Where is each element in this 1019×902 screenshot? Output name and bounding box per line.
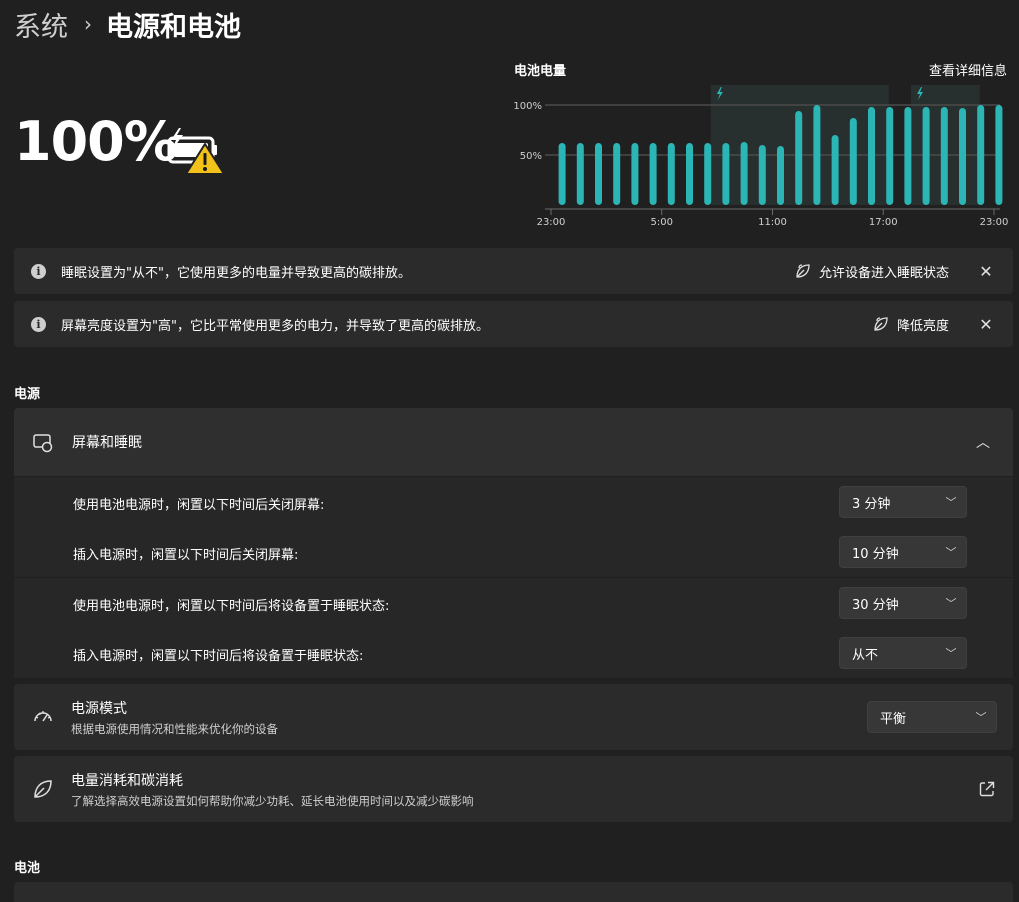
power-mode-row: 电源模式 根据电源使用情况和性能来优化你的设备 平衡 ﹀ [14, 684, 1013, 750]
x-tick-label: 17:00 [869, 217, 898, 228]
chevron-down-icon: ﹀ [945, 597, 957, 610]
battery-sleep-dropdown[interactable]: 30 分钟 ﹀ [839, 587, 967, 619]
external-link-icon[interactable] [977, 779, 997, 799]
chart-bar [904, 107, 912, 205]
chart-bar [959, 108, 966, 205]
close-icon[interactable]: ✕ [971, 262, 1001, 281]
allow-sleep-button[interactable]: 允许设备进入睡眠状态 [795, 262, 949, 281]
chart-title: 电池电量 [514, 64, 567, 79]
info-icon: i [31, 263, 46, 279]
plugged-sleep-label: 插入电源时，闲置以下时间后将设备置于睡眠状态: [73, 649, 364, 664]
leaf-icon [874, 317, 888, 331]
sleep-notice-text: 睡眠设置为"从不"，它使用更多的电量并导致更高的碳排放。 [61, 265, 411, 281]
chevron-down-icon: ﹀ [945, 546, 957, 559]
chart-bar [704, 143, 712, 205]
breadcrumb: 系统 › 电源和电池 [14, 4, 241, 44]
chevron-down-icon: ﹀ [975, 711, 987, 724]
plugged-sleep-value: 从不 [852, 647, 879, 663]
battery-percent: 100% [14, 110, 178, 173]
chart-bar [813, 105, 821, 205]
chart-bar [613, 143, 621, 205]
chart-bar [777, 146, 784, 205]
chart-bar [722, 143, 730, 205]
energy-carbon-title: 电量消耗和碳消耗 [71, 772, 183, 789]
screen-off-group: 使用电池电源时，闲置以下时间后关闭屏幕: 3 分钟 ﹀ 插入电源时，闲置以下时间… [14, 477, 1013, 577]
x-tick-label: 23:00 [980, 217, 1009, 228]
power-mode-title: 电源模式 [71, 700, 127, 717]
battery-charging-warning-icon [167, 128, 225, 175]
plugged-screen-off-dropdown[interactable]: 10 分钟 ﹀ [839, 536, 967, 568]
chart-bar [631, 143, 639, 205]
chart-bar [667, 143, 675, 205]
battery-screen-off-value: 3 分钟 [852, 496, 891, 512]
sleep-notice: i 睡眠设置为"从不"，它使用更多的电量并导致更高的碳排放。 允许设备进入睡眠状… [14, 248, 1013, 294]
screen-sleep-icon [33, 434, 53, 453]
info-icon: i [31, 316, 46, 332]
chart-bar [576, 143, 584, 205]
chart-bar [558, 143, 566, 205]
lower-brightness-label: 降低亮度 [896, 318, 949, 334]
x-tick-label: 23:00 [537, 217, 566, 228]
y-tick-label: 100% [513, 101, 542, 112]
chart-bar [795, 111, 803, 205]
chart-bar [849, 118, 857, 205]
plugged-sleep-dropdown[interactable]: 从不 ﹀ [839, 637, 967, 669]
chart-bar [595, 143, 602, 205]
page-title: 电源和电池 [106, 11, 241, 43]
chart-bar [940, 107, 948, 205]
x-tick-label: 5:00 [651, 217, 673, 228]
screen-sleep-header[interactable]: 屏幕和睡眠 ︿ [14, 408, 1013, 476]
energy-carbon-row[interactable]: 电量消耗和碳消耗 了解选择高效电源设置如何帮助你减少功耗、延长电池使用时间以及减… [14, 756, 1013, 822]
battery-sleep-value: 30 分钟 [852, 597, 899, 613]
chart-bar [686, 143, 693, 205]
battery-screen-off-label: 使用电池电源时，闲置以下时间后关闭屏幕: [73, 498, 325, 513]
chart-bar [995, 105, 1003, 205]
plugged-screen-off-label: 插入电源时，闲置以下时间后关闭屏幕: [73, 548, 299, 563]
view-details-link[interactable]: 查看详细信息 [929, 60, 1007, 79]
breadcrumb-separator: › [84, 12, 92, 36]
brightness-notice-text: 屏幕亮度设置为"高"，它比平常使用更多的电力，并导致了更高的碳排放。 [61, 318, 489, 334]
screen-sleep-title: 屏幕和睡眠 [72, 435, 142, 451]
breadcrumb-parent-system[interactable]: 系统 [14, 5, 68, 44]
section-power: 电源 [14, 387, 41, 402]
power-mode-value: 平衡 [880, 711, 907, 727]
chart-bar [758, 145, 766, 205]
plugged-screen-off-value: 10 分钟 [852, 546, 899, 562]
energy-carbon-subtitle: 了解选择高效电源设置如何帮助你减少功耗、延长电池使用时间以及减少碳影响 [71, 793, 474, 808]
power-mode-dropdown[interactable]: 平衡 ﹀ [867, 701, 997, 733]
leaf-icon [796, 264, 810, 278]
chart-bar [886, 107, 894, 205]
chevron-down-icon: ﹀ [945, 647, 957, 660]
close-icon[interactable]: ✕ [971, 315, 1001, 334]
lower-brightness-button[interactable]: 降低亮度 [873, 315, 949, 334]
chart-bar [977, 105, 985, 205]
chart-bar [922, 107, 930, 205]
chart-bar [831, 135, 839, 205]
x-tick-label: 11:00 [758, 217, 787, 228]
chart-bar [649, 143, 657, 205]
battery-sleep-label: 使用电池电源时，闲置以下时间后将设备置于睡眠状态: [73, 599, 390, 614]
chart-bar [868, 107, 875, 205]
battery-card [14, 882, 1013, 902]
section-battery: 电池 [14, 861, 41, 876]
battery-level-chart: 100% 50% 23:00 5:00 11:00 17:00 23:00 [513, 85, 1009, 228]
allow-sleep-label: 允许设备进入睡眠状态 [818, 265, 949, 281]
y-tick-label: 50% [520, 151, 542, 162]
chart-bar [740, 142, 748, 205]
sleep-group: 使用电池电源时，闲置以下时间后将设备置于睡眠状态: 30 分钟 ﹀ 插入电源时，… [14, 578, 1013, 678]
chevron-up-icon[interactable]: ︿ [973, 432, 993, 452]
gauge-icon [34, 711, 52, 722]
chevron-down-icon: ﹀ [945, 496, 957, 509]
battery-screen-off-dropdown[interactable]: 3 分钟 ﹀ [839, 486, 967, 518]
power-mode-subtitle: 根据电源使用情况和性能来优化你的设备 [71, 721, 278, 736]
brightness-notice: i 屏幕亮度设置为"高"，它比平常使用更多的电力，并导致了更高的碳排放。 降低亮… [14, 301, 1013, 347]
leaf-icon [34, 780, 52, 798]
